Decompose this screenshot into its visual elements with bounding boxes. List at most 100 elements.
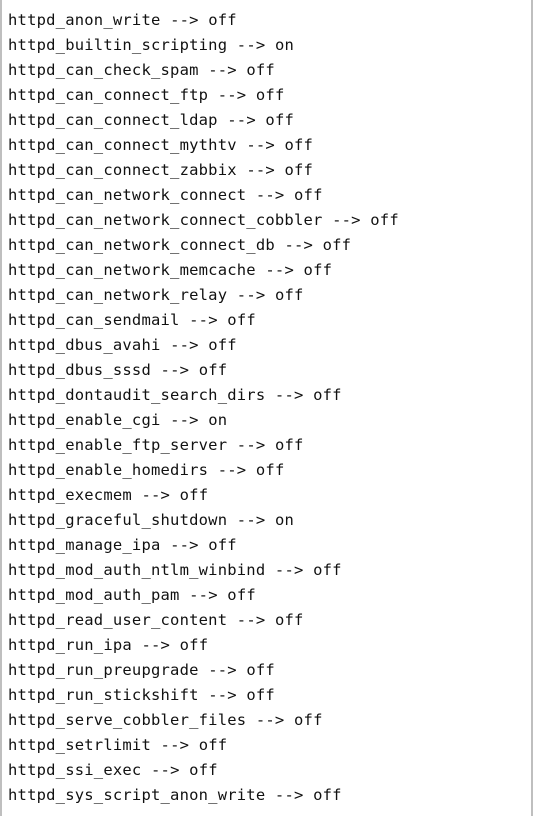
boolean-line: httpd_setrlimit --> off xyxy=(8,733,527,758)
arrow: --> xyxy=(161,361,190,379)
boolean-line: httpd_can_connect_mythtv --> off xyxy=(8,133,527,158)
boolean-value: off xyxy=(199,361,228,379)
boolean-name: httpd_can_check_spam xyxy=(8,61,199,79)
arrow: --> xyxy=(246,136,275,154)
boolean-line: httpd_can_network_connect_db --> off xyxy=(8,233,527,258)
boolean-value: off xyxy=(313,386,342,404)
arrow: --> xyxy=(265,261,294,279)
boolean-name: httpd_run_ipa xyxy=(8,636,132,654)
boolean-name: httpd_dbus_avahi xyxy=(8,336,161,354)
boolean-name: httpd_can_connect_ftp xyxy=(8,86,208,104)
boolean-value: off xyxy=(304,261,333,279)
boolean-name: httpd_can_network_relay xyxy=(8,286,227,304)
boolean-value: off xyxy=(265,111,294,129)
boolean-value: off xyxy=(246,61,275,79)
boolean-name: httpd_setrlimit xyxy=(8,736,151,754)
arrow: --> xyxy=(170,536,199,554)
boolean-line: httpd_manage_ipa --> off xyxy=(8,533,527,558)
arrow: --> xyxy=(161,736,190,754)
boolean-name: httpd_enable_ftp_server xyxy=(8,436,227,454)
arrow: --> xyxy=(189,586,218,604)
boolean-name: httpd_sys_script_anon_write xyxy=(8,786,265,804)
boolean-name: httpd_mod_auth_ntlm_winbind xyxy=(8,561,265,579)
arrow: --> xyxy=(237,511,266,529)
arrow: --> xyxy=(170,11,199,29)
boolean-value: off xyxy=(275,611,304,629)
boolean-name: httpd_can_sendmail xyxy=(8,311,180,329)
arrow: --> xyxy=(141,636,170,654)
boolean-name: httpd_dbus_sssd xyxy=(8,361,151,379)
boolean-name: httpd_execmem xyxy=(8,486,132,504)
boolean-name: httpd_run_stickshift xyxy=(8,686,199,704)
boolean-value: off xyxy=(294,186,323,204)
arrow: --> xyxy=(237,286,266,304)
arrow: --> xyxy=(170,411,199,429)
boolean-line: httpd_can_network_connect_cobbler --> of… xyxy=(8,208,527,233)
boolean-line: httpd_read_user_content --> off xyxy=(8,608,527,633)
boolean-line: httpd_mod_auth_pam --> off xyxy=(8,583,527,608)
arrow: --> xyxy=(246,161,275,179)
boolean-value: off xyxy=(189,761,218,779)
boolean-line: httpd_run_ipa --> off xyxy=(8,633,527,658)
arrow: --> xyxy=(208,686,237,704)
boolean-value: off xyxy=(199,736,228,754)
boolean-value: off xyxy=(227,311,256,329)
boolean-line: httpd_can_connect_ldap --> off xyxy=(8,108,527,133)
boolean-value: on xyxy=(208,411,227,429)
boolean-line: httpd_anon_write --> off xyxy=(8,8,527,33)
boolean-line: httpd_dontaudit_search_dirs --> off xyxy=(8,383,527,408)
boolean-name: httpd_graceful_shutdown xyxy=(8,511,227,529)
arrow: --> xyxy=(208,661,237,679)
boolean-value: off xyxy=(256,461,285,479)
boolean-name: httpd_builtin_scripting xyxy=(8,36,227,54)
boolean-line: httpd_can_check_spam --> off xyxy=(8,58,527,83)
arrow: --> xyxy=(189,311,218,329)
arrow: --> xyxy=(256,186,285,204)
boolean-name: httpd_ssi_exec xyxy=(8,761,141,779)
boolean-value: off xyxy=(370,211,399,229)
boolean-line: httpd_enable_ftp_server --> off xyxy=(8,433,527,458)
terminal-output: httpd_anon_write --> off httpd_builtin_sc… xyxy=(0,0,533,816)
boolean-name: httpd_read_user_content xyxy=(8,611,227,629)
boolean-value: off xyxy=(208,336,237,354)
arrow: --> xyxy=(275,561,304,579)
arrow: --> xyxy=(151,761,180,779)
arrow: --> xyxy=(275,786,304,804)
boolean-value: off xyxy=(256,86,285,104)
boolean-value: off xyxy=(180,636,209,654)
boolean-value: off xyxy=(284,161,313,179)
boolean-value: on xyxy=(275,511,294,529)
boolean-name: httpd_mod_auth_pam xyxy=(8,586,180,604)
boolean-line: httpd_dbus_avahi --> off xyxy=(8,333,527,358)
arrow: --> xyxy=(284,236,313,254)
boolean-value: off xyxy=(208,11,237,29)
boolean-line: httpd_can_network_memcache --> off xyxy=(8,258,527,283)
boolean-line: httpd_can_network_connect --> off xyxy=(8,183,527,208)
boolean-value: off xyxy=(284,136,313,154)
boolean-name: httpd_can_connect_mythtv xyxy=(8,136,237,154)
boolean-line: httpd_graceful_shutdown --> on xyxy=(8,508,527,533)
boolean-line: httpd_serve_cobbler_files --> off xyxy=(8,708,527,733)
boolean-value: off xyxy=(208,536,237,554)
boolean-name: httpd_anon_write xyxy=(8,11,161,29)
arrow: --> xyxy=(227,111,256,129)
arrow: --> xyxy=(237,436,266,454)
boolean-line: httpd_can_connect_ftp --> off xyxy=(8,83,527,108)
boolean-line: httpd_run_stickshift --> off xyxy=(8,683,527,708)
arrow: --> xyxy=(332,211,361,229)
boolean-name: httpd_run_preupgrade xyxy=(8,661,199,679)
arrow: --> xyxy=(170,336,199,354)
boolean-value: off xyxy=(180,486,209,504)
arrow: --> xyxy=(218,86,247,104)
boolean-line: httpd_sys_script_anon_write --> off xyxy=(8,783,527,808)
boolean-name: httpd_can_network_connect_cobbler xyxy=(8,211,323,229)
boolean-name: httpd_enable_cgi xyxy=(8,411,161,429)
boolean-line: httpd_execmem --> off xyxy=(8,483,527,508)
boolean-name: httpd_enable_homedirs xyxy=(8,461,208,479)
boolean-line: httpd_ssi_exec --> off xyxy=(8,758,527,783)
arrow: --> xyxy=(141,486,170,504)
boolean-value: off xyxy=(275,286,304,304)
boolean-name: httpd_manage_ipa xyxy=(8,536,161,554)
arrow: --> xyxy=(208,61,237,79)
boolean-line: httpd_run_preupgrade --> off xyxy=(8,658,527,683)
